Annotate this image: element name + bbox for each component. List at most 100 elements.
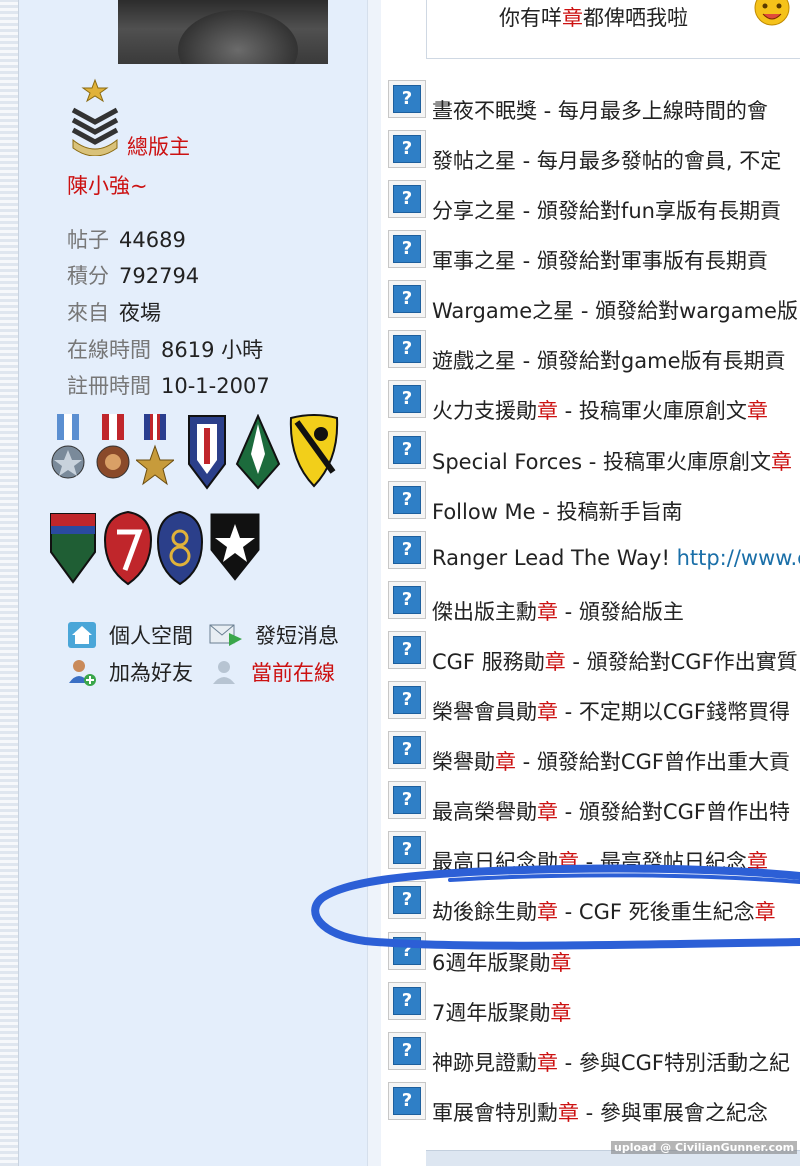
medal-highlight: 章 [537, 399, 558, 423]
medal-name: 劫後餘生勛 [432, 900, 537, 924]
post-content: 你有咩章都俾哂我啦 ? 晝夜不眠獎 - 每月最多上線時間的會? 發帖之星 - 每月最… [381, 0, 800, 1166]
medal-placeholder-icon[interactable]: ? [388, 80, 426, 118]
medal-name: CGF 服務勛 [432, 650, 545, 674]
unit-patch-icon[interactable] [235, 414, 281, 490]
ribbon-medal-icon[interactable] [136, 414, 174, 492]
medal-placeholder-icon[interactable]: ? [388, 330, 426, 368]
medal-name: 晝夜不眠獎 [432, 99, 537, 123]
medal-text: Follow Me - 投稿新手旨南 [432, 496, 683, 526]
medal-placeholder-icon[interactable]: ? [388, 932, 426, 970]
medal-placeholder-icon[interactable]: ? [388, 631, 426, 669]
medal-name: 遊戲之星 [432, 349, 516, 373]
stat-posts: 帖子 44689 [67, 224, 186, 254]
medal-highlight: 章 [537, 800, 558, 824]
medal-description: - 頒發給對CGF作出實質 [565, 650, 798, 674]
rank-chevron-icon [71, 78, 119, 156]
medal-placeholder-glyph: ? [393, 836, 421, 864]
medal-row: ? 7週年版聚勛章 [381, 982, 800, 1032]
unit-patch-icon[interactable] [156, 510, 204, 586]
medal-row: ? 火力支援勛章 - 投稿軍火庫原創文章 [381, 380, 800, 430]
medal-description: - 不定期以CGF錢幣買得 [558, 700, 790, 724]
medal-placeholder-glyph: ? [393, 937, 421, 965]
medal-highlight: 章 [495, 750, 516, 774]
medal-placeholder-icon[interactable]: ? [388, 581, 426, 619]
medal-text: Ranger Lead The Way! http://www.c [432, 546, 800, 570]
medal-placeholder-icon[interactable]: ? [388, 531, 426, 569]
message-text-part: 你有咩 [499, 6, 562, 30]
medal-placeholder-icon[interactable]: ? [388, 1032, 426, 1070]
personal-space-link[interactable]: 個人空間 [67, 620, 193, 650]
medal-name: 分享之星 [432, 199, 516, 223]
user-status-icon [213, 661, 235, 684]
medal-highlight: 章 [544, 650, 566, 674]
online-status-label: 當前在線 [251, 661, 335, 685]
medal-placeholder-icon[interactable]: ? [388, 280, 426, 318]
medal-description: - 頒發給版主 [558, 600, 684, 624]
stat-label: 帖子 [67, 228, 109, 252]
unit-patch-icon[interactable] [103, 510, 153, 586]
add-friend-icon [69, 660, 96, 686]
user-avatar[interactable] [118, 0, 328, 64]
column-divider [367, 0, 382, 1166]
medal-link[interactable]: http://www.c [677, 546, 800, 570]
medal-row: ? Ranger Lead The Way! http://www.c [381, 531, 800, 581]
medal-text: Wargame之星 - 頒發給對wargame版 [432, 295, 798, 325]
medal-text: CGF 服務勛章 - 頒發給對CGF作出實質 [432, 646, 798, 676]
medal-placeholder-icon[interactable]: ? [388, 781, 426, 819]
medal-row: ? 晝夜不眠獎 - 每月最多上線時間的會 [381, 80, 800, 130]
medal-placeholder-icon[interactable]: ? [388, 230, 426, 268]
ribbon-medal-icon[interactable] [49, 414, 87, 492]
medal-placeholder-glyph: ? [393, 636, 421, 664]
medal-text: 軍事之星 - 頒發給對軍事版有長期貢 [432, 245, 768, 275]
medal-placeholder-glyph: ? [393, 85, 421, 113]
medal-name: 最高榮譽勛 [432, 800, 537, 824]
medal-placeholder-icon[interactable]: ? [388, 982, 426, 1020]
unit-patch-icon[interactable] [185, 414, 229, 490]
stat-location: 來自 夜場 [67, 297, 161, 327]
medal-text: 發帖之星 - 每月最多發帖的會員, 不定 [432, 145, 781, 175]
medal-name: 6週年版聚勛 [432, 951, 551, 975]
medal-text: Special Forces - 投稿軍火庫原創文章 [432, 446, 792, 476]
medal-placeholder-icon[interactable]: ? [388, 831, 426, 869]
stat-label: 積分 [67, 264, 109, 288]
medal-placeholder-icon[interactable]: ? [388, 731, 426, 769]
medal-placeholder-glyph: ? [393, 285, 421, 313]
send-message-link[interactable]: 發短消息 [209, 620, 339, 650]
medal-text: 6週年版聚勛章 [432, 947, 571, 977]
medal-text: 榮譽會員勛章 - 不定期以CGF錢幣買得 [432, 696, 790, 726]
unit-patch-icon[interactable] [49, 512, 97, 584]
medal-placeholder-glyph: ? [393, 886, 421, 914]
add-friend-link[interactable]: 加為好友 [67, 657, 193, 687]
medal-text: 分享之星 - 頒發給對fun享版有長期貢 [432, 195, 781, 225]
medal-placeholder-icon[interactable]: ? [388, 1082, 426, 1120]
medal-placeholder-icon[interactable]: ? [388, 130, 426, 168]
medal-placeholder-icon[interactable]: ? [388, 180, 426, 218]
cavalry-patch-icon[interactable] [289, 414, 339, 488]
medal-text: 最高榮譽勛章 - 頒發給對CGF曾作出特 [432, 796, 790, 826]
medal-placeholder-icon[interactable]: ? [388, 380, 426, 418]
medal-description: - 投稿軍火庫原創文 [558, 399, 747, 423]
unit-patch-icon[interactable] [209, 510, 261, 582]
stat-label: 在線時間 [67, 338, 151, 362]
medal-placeholder-icon[interactable]: ? [388, 481, 426, 519]
medal-placeholder-icon[interactable]: ? [388, 881, 426, 919]
medal-placeholder-glyph: ? [393, 385, 421, 413]
medal-description: - 投稿軍火庫原創文 [582, 450, 772, 474]
ribbon-medal-icon[interactable] [94, 414, 132, 492]
medal-description: - 最高發帖日紀念 [579, 850, 747, 874]
medal-placeholder-icon[interactable]: ? [388, 431, 426, 469]
send-message-label: 發短消息 [255, 624, 339, 648]
upload-watermark: upload @ CivilianGunner.com [611, 1141, 798, 1154]
medal-description: - 頒發給對wargame版 [574, 299, 798, 323]
medal-description: - 頒發給對CGF曾作出特 [558, 800, 790, 824]
medal-highlight: 章 [537, 1051, 558, 1075]
stat-value: 8619 小時 [161, 338, 264, 362]
medal-placeholder-icon[interactable]: ? [388, 681, 426, 719]
medal-row: ? 神跡見證勳章 - 參與CGF特別活動之紀 [381, 1032, 800, 1082]
medal-row: ? 傑出版主勳章 - 頒發給版主 [381, 581, 800, 631]
medal-description: - 頒發給對CGF曾作出重大貢 [516, 750, 790, 774]
medal-name: 發帖之星 [432, 149, 516, 173]
username[interactable]: 陳小強~ [67, 170, 148, 200]
medal-text: 晝夜不眠獎 - 每月最多上線時間的會 [432, 95, 768, 125]
medal-text: 遊戲之星 - 頒發給對game版有長期貢 [432, 345, 786, 375]
